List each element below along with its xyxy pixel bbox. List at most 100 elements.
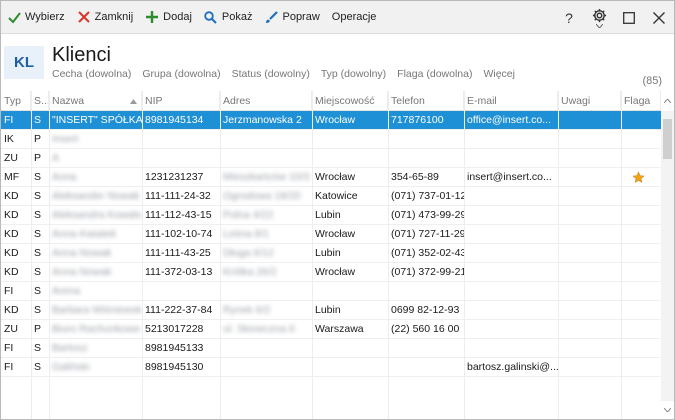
scroll-down-button[interactable] xyxy=(661,401,674,418)
star-icon xyxy=(632,171,645,183)
list-header: KL Klienci Cecha (dowolna) Grupa (dowoln… xyxy=(1,35,674,91)
cell-phone: 354-65-89 xyxy=(391,171,439,183)
column-separator xyxy=(220,91,221,419)
cell-name: Arena xyxy=(52,285,81,297)
cell-phone: 717876100 xyxy=(391,114,444,126)
cell-type: FI xyxy=(4,285,14,297)
cell-email: bartosz.galinski@... xyxy=(467,361,558,373)
col-notes[interactable]: Uwagi xyxy=(558,91,621,111)
operations-menu-label: Operacje xyxy=(331,11,377,23)
column-separator xyxy=(31,91,32,419)
show-button-label: Pokaż xyxy=(221,11,253,23)
cell-city: Wrocław xyxy=(315,114,356,126)
col-name[interactable]: Nazwa xyxy=(49,91,142,111)
cell-phone xyxy=(388,282,464,301)
maximize-button[interactable] xyxy=(614,1,644,34)
table-row[interactable]: FI S Bartosz 8981945133 xyxy=(1,339,661,358)
cell-address xyxy=(220,358,312,377)
sort-asc-icon xyxy=(130,99,137,104)
scrollbar-thumb[interactable] xyxy=(663,119,672,159)
table-row[interactable]: KD S Anna Kwiatek 111-102-10-74 Leśna 8/1 Wro… xyxy=(1,225,661,244)
edit-button[interactable]: Popraw xyxy=(258,1,325,34)
column-separator xyxy=(388,91,389,419)
edit-button-label: Popraw xyxy=(282,11,320,23)
cell-status: P xyxy=(34,323,42,335)
cell-nip: 5213017228 xyxy=(145,323,204,335)
cell-city xyxy=(312,339,388,358)
settings-button[interactable] xyxy=(584,1,614,34)
close-button-label: Zamknij xyxy=(94,11,134,23)
table-row[interactable]: FI S Galiński 8981945130 bartosz.galinski@..… xyxy=(1,358,661,377)
col-status[interactable]: S... xyxy=(31,91,49,111)
cell-city: Lubin xyxy=(315,209,341,221)
cell-status: S xyxy=(34,247,42,259)
show-button[interactable]: Pokaż xyxy=(198,1,259,34)
col-nip[interactable]: NIP xyxy=(142,91,220,111)
cell-status: S xyxy=(34,361,42,373)
clients-window: Wybierz Zamknij Dodaj Pokaż Popraw Opera… xyxy=(0,0,675,420)
cell-name: Anna Nowak xyxy=(52,247,112,259)
operations-menu[interactable]: Operacje xyxy=(326,1,383,34)
cell-address: Krótka 26/2 xyxy=(223,266,277,278)
col-city[interactable]: Miejscowość xyxy=(312,91,388,111)
filter-group[interactable]: Grupa (dowolna) xyxy=(142,68,220,80)
scroll-up-button[interactable] xyxy=(661,91,674,111)
cell-email xyxy=(464,130,558,149)
filter-more[interactable]: Więcej xyxy=(483,68,515,80)
col-address[interactable]: Adres xyxy=(220,91,312,111)
filter-flag[interactable]: Flaga (dowolna) xyxy=(397,68,472,80)
table-row[interactable]: ZU P A xyxy=(1,149,661,168)
table-row[interactable]: FI S Arena xyxy=(1,282,661,301)
filter-status[interactable]: Status (dowolny) xyxy=(232,68,310,80)
cell-email xyxy=(464,301,558,320)
table-row[interactable]: IK P Insert xyxy=(1,130,661,149)
window-controls: ? xyxy=(554,1,674,34)
col-type[interactable]: Typ xyxy=(1,91,31,111)
cell-nip: 8981945134 xyxy=(145,114,204,126)
col-phone[interactable]: Telefon xyxy=(388,91,464,111)
close-button[interactable]: Zamknij xyxy=(71,1,140,34)
cell-status: S xyxy=(34,209,42,221)
cell-type: KD xyxy=(4,304,19,316)
filter-type[interactable]: Typ (dowolny) xyxy=(321,68,386,80)
cell-type: KD xyxy=(4,190,19,202)
window-close-button[interactable] xyxy=(644,1,674,34)
cell-name: Anna Nowak xyxy=(52,266,112,278)
cell-status: P xyxy=(34,152,42,164)
table-header: Typ S... Nazwa NIP Adres Miejscowość Tel… xyxy=(1,91,661,111)
table-row-selected[interactable]: FI S "INSERT" SPÓŁKA... 8981945134 Jerzmanow… xyxy=(1,111,661,130)
col-flag[interactable]: Flaga xyxy=(621,91,661,111)
help-button[interactable]: ? xyxy=(554,1,584,34)
column-separator xyxy=(142,91,143,419)
cell-phone: (071) 372-99-21 xyxy=(391,266,464,278)
col-email[interactable]: E-mail xyxy=(464,91,558,111)
cell-name: Biuro Rachunkowe xyxy=(52,323,141,335)
filter-feature[interactable]: Cecha (dowolna) xyxy=(52,68,131,80)
cell-email xyxy=(464,282,558,301)
cell-status: S xyxy=(34,304,42,316)
table-row[interactable]: KD S Anna Nowak 111-111-43-25 Długa 6/12 Lubi… xyxy=(1,244,661,263)
table-row[interactable]: KD S Aleksandra Kowalska111-112-43-15 Polna… xyxy=(1,206,661,225)
add-button[interactable]: Dodaj xyxy=(139,1,198,34)
cell-status: S xyxy=(34,342,42,354)
table-row[interactable]: KD S Aleksander Nowak 111-111-24-32 Ogrodowa… xyxy=(1,187,661,206)
cell-phone: (071) 727-11-29 xyxy=(391,228,464,240)
cell-nip: 111-372-03-13 xyxy=(145,266,213,278)
cell-status: P xyxy=(34,133,42,145)
cell-city xyxy=(312,149,388,168)
cell-address xyxy=(220,130,312,149)
cell-nip: 1231231237 xyxy=(145,171,204,183)
table-row[interactable]: MF S Anna 1231231237 Mieszkańców 10/3 Wrocław… xyxy=(1,168,661,187)
cell-phone: 0699 82-12-93 xyxy=(391,304,460,316)
column-separator xyxy=(621,91,622,419)
add-button-label: Dodaj xyxy=(163,11,192,23)
vertical-scrollbar[interactable] xyxy=(661,111,674,401)
table-row[interactable]: KD S Barbara Wiśniewska 111-222-37-84 Rynek … xyxy=(1,301,661,320)
cell-city xyxy=(312,358,388,377)
table-row[interactable]: KD S Anna Nowak 111-372-03-13 Krótka 26/2 Wro… xyxy=(1,263,661,282)
select-button[interactable]: Wybierz xyxy=(1,1,71,34)
cell-email xyxy=(464,225,558,244)
filter-bar: Cecha (dowolna) Grupa (dowolna) Status (… xyxy=(52,68,526,80)
cell-email: insert@insert.co... xyxy=(467,171,552,183)
table-row[interactable]: ZU P Biuro Rachunkowe 5213017228 ul. Słonecz… xyxy=(1,320,661,339)
